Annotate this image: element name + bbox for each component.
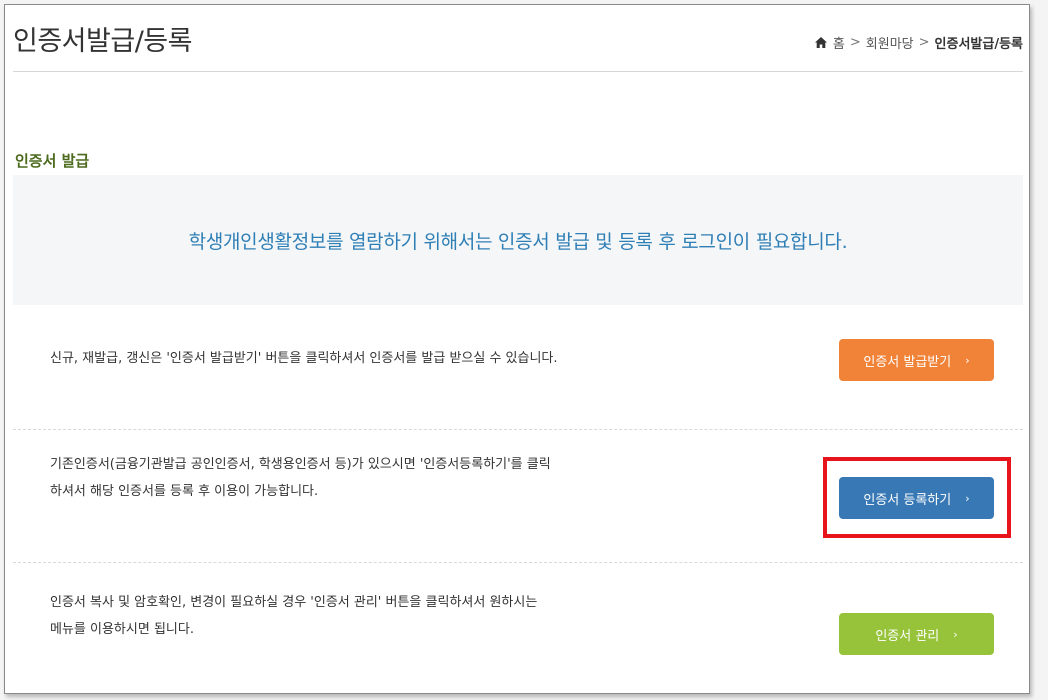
home-icon[interactable] [814, 36, 828, 49]
register-description: 기존인증서(금융기관발급 공인인증서, 학생용인증서 등)가 있으시면 '인증서… [50, 451, 551, 505]
notice-band: 학생개인생활정보를 열람하기 위해서는 인증서 발급 및 등록 후 로그인이 필… [13, 175, 1023, 305]
chevron-right-icon: › [953, 627, 958, 641]
row-divider [13, 562, 1023, 563]
breadcrumb-level1[interactable]: 회원마당 [866, 33, 914, 52]
register-certificate-label: 인증서 등록하기 [863, 492, 952, 508]
breadcrumb-home[interactable]: 홈 [833, 33, 845, 52]
manage-description: 인증서 복사 및 암호확인, 변경이 필요하실 경우 '인증서 관리' 버튼을 … [50, 589, 537, 643]
chevron-right-icon: > [849, 35, 861, 50]
chevron-right-icon: › [965, 491, 970, 505]
row-divider [13, 429, 1023, 430]
breadcrumb-current: 인증서발급/등록 [934, 37, 1023, 52]
issue-description: 신규, 재발급, 갱신은 '인증서 발급받기' 버튼을 클릭하셔서 인증서를 발… [50, 345, 558, 372]
chevron-right-icon: › [965, 353, 970, 367]
notice-text: 학생개인생활정보를 열람하기 위해서는 인증서 발급 및 등록 후 로그인이 필… [188, 231, 848, 253]
content-frame: 인증서발급/등록 홈 > 회원마당 > 인증서발급/등록 인증서 발급 학생개인… [4, 4, 1030, 694]
issue-description-line: 신규, 재발급, 갱신은 '인증서 발급받기' 버튼을 클릭하셔서 인증서를 발… [50, 351, 558, 366]
section-title: 인증서 발급 [15, 152, 90, 170]
breadcrumb: 홈 > 회원마당 > 인증서발급/등록 [814, 33, 1023, 52]
register-certificate-button[interactable]: 인증서 등록하기 › [839, 477, 994, 519]
manage-description-line: 인증서 복사 및 암호확인, 변경이 필요하실 경우 '인증서 관리' 버튼을 … [50, 595, 538, 610]
register-description-line: 하셔서 해당 인증서를 등록 후 이용이 가능합니다. [50, 484, 319, 499]
header-divider [13, 71, 1023, 72]
chevron-right-icon: > [918, 35, 930, 50]
issue-certificate-button[interactable]: 인증서 발급받기 › [839, 339, 994, 381]
register-description-line: 기존인증서(금융기관발급 공인인증서, 학생용인증서 등)가 있으시면 '인증서… [50, 457, 551, 472]
issue-certificate-label: 인증서 발급받기 [863, 354, 952, 370]
page-title: 인증서발급/등록 [13, 26, 192, 57]
manage-certificate-button[interactable]: 인증서 관리 › [839, 613, 994, 655]
manage-certificate-label: 인증서 관리 [875, 628, 940, 644]
manage-description-line: 메뉴를 이용하시면 됩니다. [50, 622, 194, 637]
